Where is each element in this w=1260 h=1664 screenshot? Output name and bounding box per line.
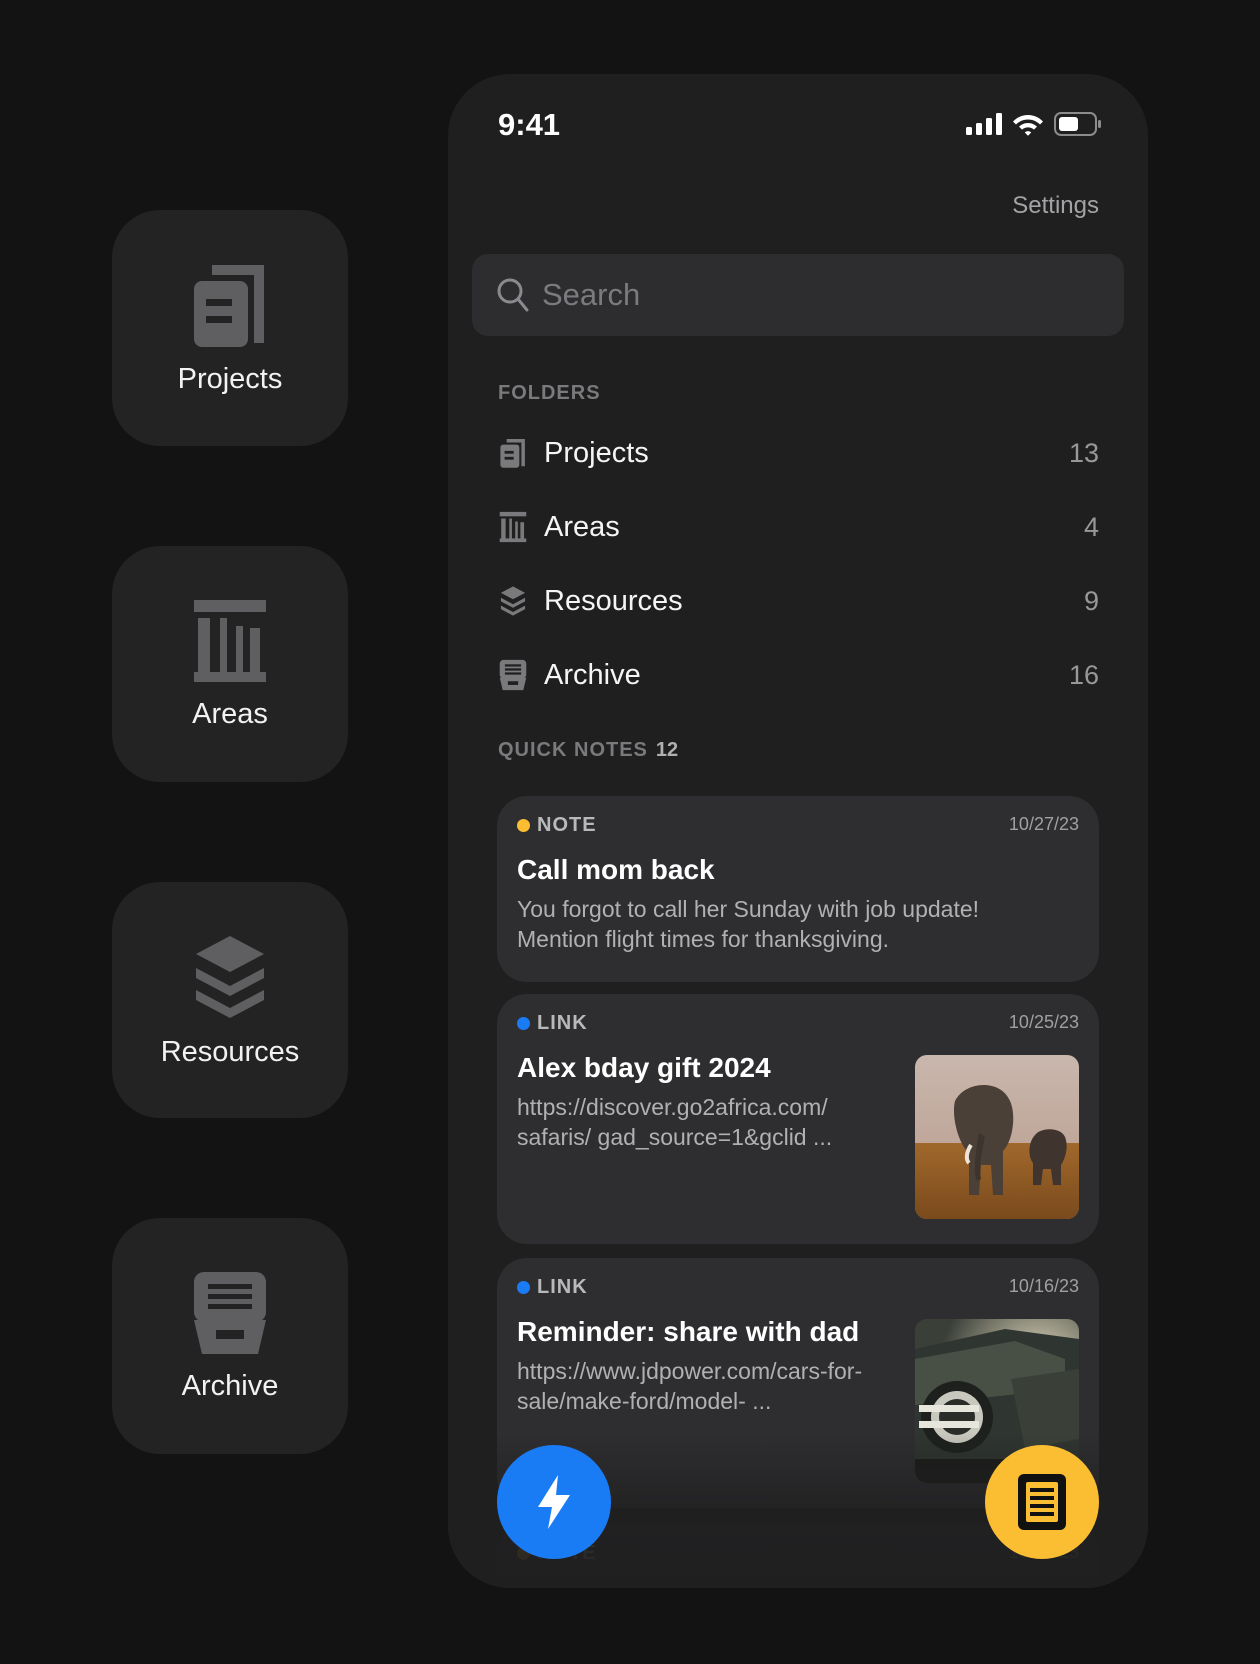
note-body: https://discover.go2africa.com/ safaris/… <box>517 1094 833 1150</box>
link-card[interactable]: LINK 10/25/23 Alex bday gift 2024 https:… <box>497 994 1099 1244</box>
phone-screen: 9:41 Settings Search FOLDERS Projects 13… <box>448 74 1148 1588</box>
tile-label: Resources <box>160 1035 300 1068</box>
folder-row-resources[interactable]: Resources 9 <box>498 573 1099 629</box>
resources-icon <box>196 935 264 1018</box>
folder-name: Archive <box>544 658 641 691</box>
quick-notes-count: 12 <box>655 739 679 761</box>
tile-projects[interactable]: Projects <box>112 210 348 446</box>
tile-label: Areas <box>192 697 268 730</box>
lightning-icon <box>538 1475 570 1529</box>
archive-icon <box>194 1271 266 1354</box>
note-title: Call mom back <box>517 854 715 885</box>
note-card[interactable]: NOTE 10/27/23 Call mom back You forgot t… <box>497 796 1099 982</box>
new-note-button[interactable] <box>985 1445 1099 1559</box>
resources-icon <box>500 586 526 616</box>
elephant-photo <box>915 1055 1079 1219</box>
areas-icon <box>194 599 266 682</box>
note-type: LINK <box>517 1012 588 1035</box>
note-date: 10/16/23 <box>1008 1276 1079 1296</box>
note-title: Alex bday gift 2024 <box>517 1052 771 1083</box>
wifi-icon <box>1013 115 1043 136</box>
status-time: 9:41 <box>498 107 561 142</box>
note-type-label: LINK <box>537 1276 588 1298</box>
folder-count: 4 <box>1083 511 1099 542</box>
search-bar[interactable] <box>472 254 1124 336</box>
note-type-label: NOTE <box>537 814 597 836</box>
tile-archive[interactable]: Archive <box>112 1218 348 1454</box>
note-date: 10/27/23 <box>1008 814 1079 834</box>
folder-count: 16 <box>1068 659 1099 690</box>
note-type-label: LINK <box>537 1012 588 1034</box>
status-icons <box>966 112 1102 136</box>
folder-row-archive[interactable]: Archive 16 <box>498 647 1099 703</box>
folder-count: 9 <box>1083 585 1099 616</box>
tile-label: Archive <box>181 1369 279 1402</box>
note-icon <box>1018 1474 1066 1530</box>
quick-notes-label: QUICK NOTES <box>498 739 648 761</box>
projects-icon <box>500 439 525 468</box>
quick-notes-section-label: QUICK NOTES 12 <box>498 739 678 762</box>
battery-icon <box>1054 112 1101 136</box>
folders-section-label: FOLDERS <box>498 382 601 404</box>
folder-row-areas[interactable]: Areas 4 <box>498 499 1099 555</box>
folder-name: Resources <box>544 584 683 617</box>
quick-capture-button[interactable] <box>497 1445 611 1559</box>
folder-row-projects[interactable]: Projects 13 <box>498 425 1099 481</box>
note-body: https://www.jdpower.com/cars-for-sale/ma… <box>517 1358 863 1414</box>
note-date: 10/25/23 <box>1008 1012 1079 1032</box>
archive-icon <box>499 659 527 691</box>
tile-label: Projects <box>177 362 283 395</box>
note-body: You forgot to call her Sunday with job u… <box>517 896 980 952</box>
projects-icon <box>194 264 264 347</box>
note-type: NOTE <box>517 814 597 837</box>
tile-resources[interactable]: Resources <box>112 882 348 1118</box>
note-type-dot <box>517 1017 530 1030</box>
note-type: LINK <box>517 1276 588 1299</box>
areas-icon <box>499 511 527 543</box>
note-type-dot <box>517 1281 530 1294</box>
note-type-dot <box>517 819 530 832</box>
tile-areas[interactable]: Areas <box>112 546 348 782</box>
search-icon <box>497 278 529 312</box>
folder-name: Projects <box>544 436 649 469</box>
note-title: Reminder: share with dad <box>517 1316 860 1347</box>
search-input[interactable] <box>540 276 1044 314</box>
status-bar: 9:41 <box>448 74 1148 174</box>
folder-name: Areas <box>544 510 620 543</box>
settings-link[interactable]: Settings <box>1012 192 1099 220</box>
folder-count: 13 <box>1068 437 1099 468</box>
signal-icon <box>966 113 1002 135</box>
